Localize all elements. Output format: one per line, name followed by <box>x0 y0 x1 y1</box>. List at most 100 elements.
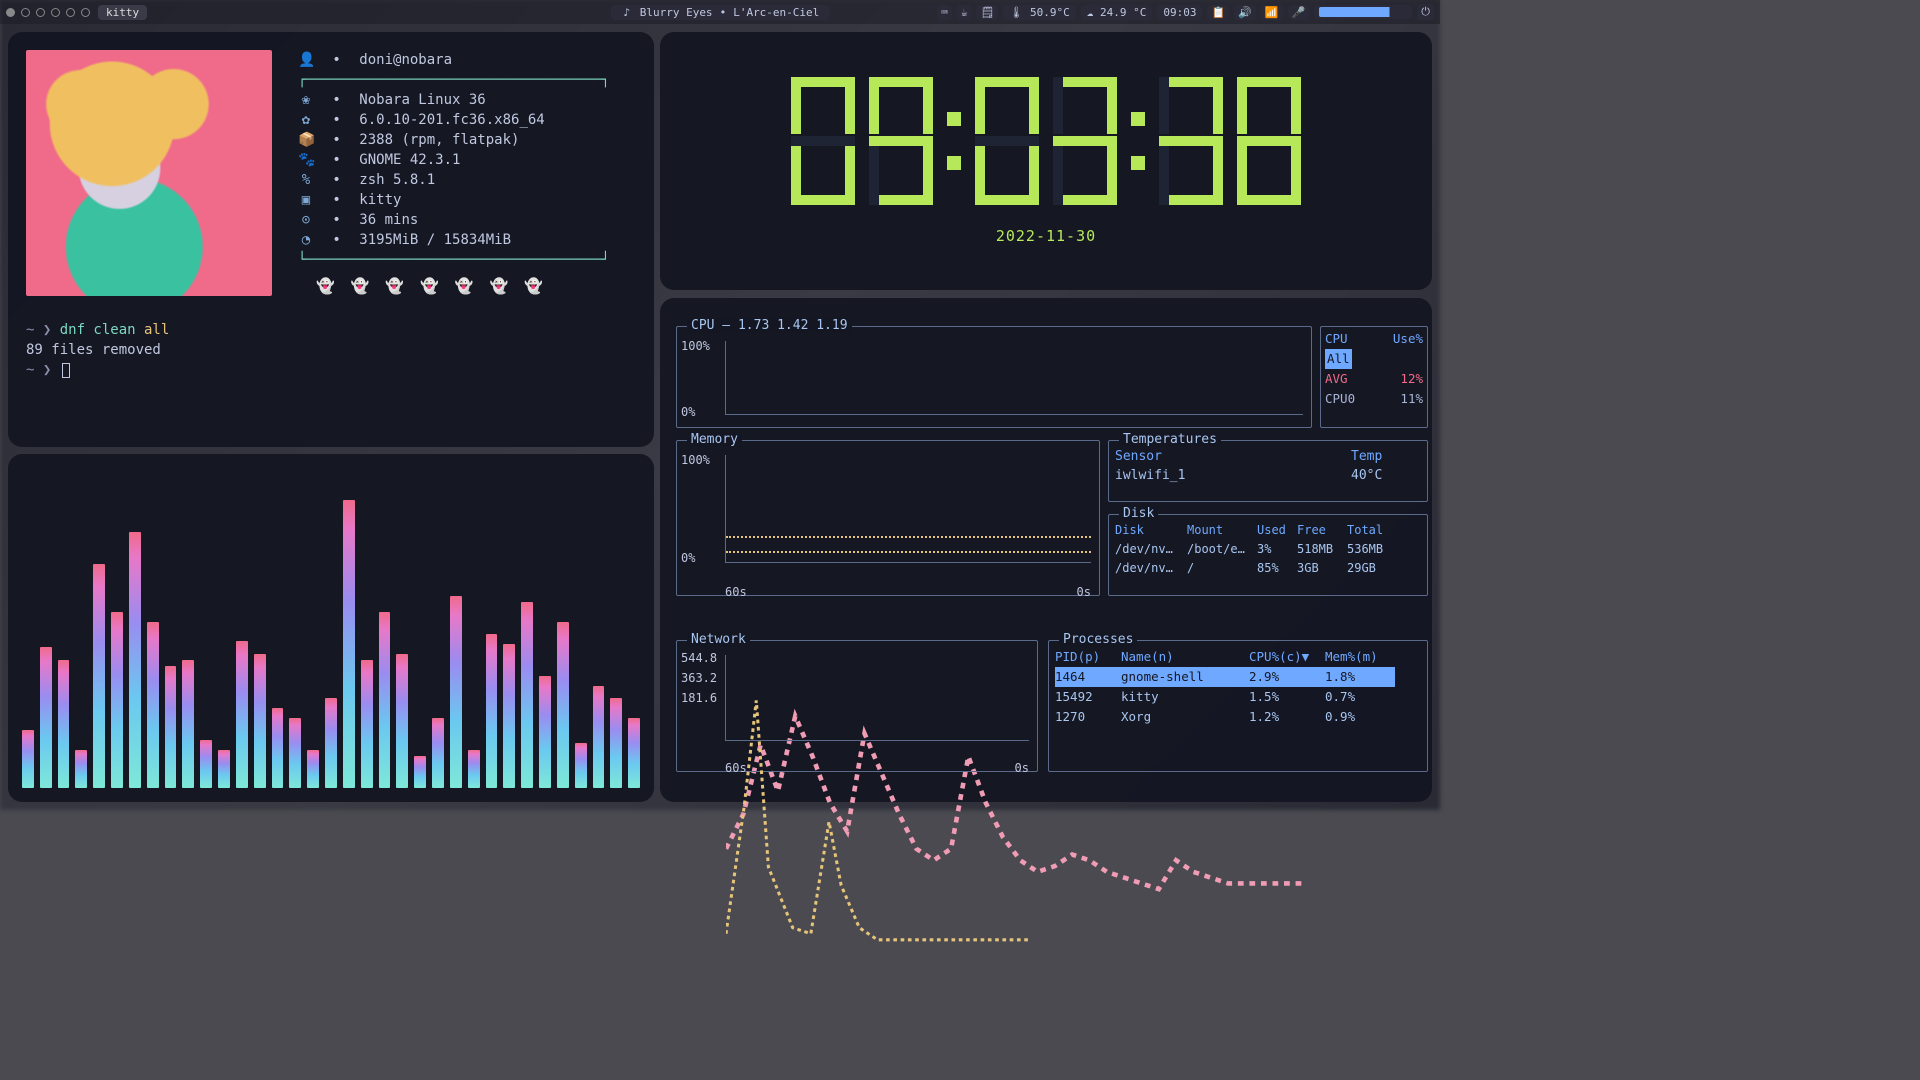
proc-header[interactable]: PID(p) <box>1055 647 1121 667</box>
proc-header[interactable]: CPU%(c)▼ <box>1249 647 1325 667</box>
visualizer-bar <box>521 602 533 788</box>
battery-bar <box>1318 6 1408 18</box>
palette-ghost-icon: 👻 <box>455 276 474 296</box>
disk-cell: 29GB <box>1347 559 1397 578</box>
proc-cell[interactable]: 15492 <box>1055 687 1121 707</box>
media-widget[interactable]: ♪ Blurry Eyes • L'Arc-en-Ciel <box>611 5 830 20</box>
workspace-dot[interactable] <box>36 8 45 17</box>
cpu-chart-label: CPU — 1.73 1.42 1.19 <box>687 318 852 333</box>
temp-sensor: iwlwifi_1 <box>1115 466 1351 485</box>
temp-value: 40°C <box>1351 466 1421 485</box>
clock-widget[interactable]: 09:03 <box>1157 5 1202 20</box>
network-icon[interactable]: 📶 <box>1261 5 1283 20</box>
system-monitor-panel[interactable]: CPU — 1.73 1.42 1.19 100% 0% CPUUse% All… <box>660 298 1432 802</box>
volume-icon[interactable]: 🔊 <box>1234 5 1256 20</box>
proc-cell[interactable]: 1.2% <box>1249 707 1325 727</box>
cpu-table-row[interactable]: CPU011% <box>1325 389 1423 409</box>
cpu-temp-widget[interactable]: 🌡 50.9°C <box>1003 5 1075 20</box>
proc-cell[interactable]: Xorg <box>1121 707 1249 727</box>
visualizer-bar <box>557 622 569 788</box>
visualizer-bar <box>539 676 551 788</box>
info-value: kitty <box>359 190 401 210</box>
clock-digits <box>791 77 1301 205</box>
neofetch-block: 👤 • doni@nobara ┌───────────────────────… <box>26 50 636 296</box>
workspace-switcher[interactable]: kitty <box>6 5 147 20</box>
battery-pill[interactable] <box>1314 5 1412 19</box>
terminal-panel[interactable]: 👤 • doni@nobara ┌───────────────────────… <box>8 32 654 447</box>
proc-cell[interactable]: 1.5% <box>1249 687 1325 707</box>
command-output: 89 files removed <box>26 340 636 360</box>
y-axis-label: 544.8 <box>681 651 717 665</box>
proc-cell[interactable]: 1270 <box>1055 707 1121 727</box>
proc-cell[interactable]: 0.7% <box>1325 687 1395 707</box>
visualizer-bar <box>254 654 266 788</box>
clock-date: 2022-11-30 <box>996 227 1096 245</box>
visualizer-bar <box>468 750 480 788</box>
temp-header: Sensor <box>1115 447 1351 466</box>
info-icon: ◔ <box>298 230 314 250</box>
palette-ghost-icon: 👻 <box>316 276 335 296</box>
visualizer-bar <box>486 634 498 788</box>
workspace-dot[interactable] <box>66 8 75 17</box>
disk-box: Disk DiskMountUsedFreeTotal/dev/nv…/boot… <box>1108 514 1428 596</box>
visualizer-bar <box>396 654 408 788</box>
disk-cell: 85% <box>1257 559 1297 578</box>
workspace-dot[interactable] <box>6 8 15 17</box>
x-axis-label: 0s <box>1015 761 1029 775</box>
net-line-icon <box>726 655 1029 958</box>
workspace-dot[interactable] <box>51 8 60 17</box>
mic-icon[interactable]: 🎤 <box>1288 5 1310 20</box>
info-value: 2388 (rpm, flatpak) <box>359 130 519 150</box>
cpu-usage-box[interactable]: CPUUse% AllAVG12%CPU011% <box>1320 326 1428 428</box>
tray-icon[interactable]: 🗒 <box>976 5 998 20</box>
tray-icon[interactable]: ⌨ <box>937 5 952 20</box>
workspace-dot[interactable] <box>21 8 30 17</box>
visualizer-bar <box>628 718 640 788</box>
disk-cell: 536MB <box>1347 540 1397 559</box>
clock-colon <box>947 112 961 170</box>
tray-icon[interactable]: ☕ <box>957 5 972 20</box>
disk-header: Disk <box>1115 521 1187 540</box>
clock-digit <box>975 77 1039 205</box>
disk-cell: /boot/e… <box>1187 540 1257 559</box>
mem-line <box>726 551 1091 553</box>
clock-digit <box>791 77 855 205</box>
disk-header: Total <box>1347 521 1397 540</box>
cpu-table-row[interactable]: AVG12% <box>1325 369 1423 389</box>
workspace-dot[interactable] <box>81 8 90 17</box>
prompt-prefix: ~ ❯ <box>26 362 60 378</box>
visualizer-bar <box>289 718 301 788</box>
weather-widget[interactable]: ☁ 24.9 °C <box>1081 5 1153 20</box>
info-icon: 🐾 <box>298 150 314 170</box>
proc-cell[interactable]: gnome-shell <box>1121 667 1249 687</box>
visualizer-bar <box>58 660 70 788</box>
proc-cell[interactable]: 2.9% <box>1249 667 1325 687</box>
disk-cell: / <box>1187 559 1257 578</box>
proc-cell[interactable]: 1464 <box>1055 667 1121 687</box>
power-icon[interactable]: ⏻ <box>1417 4 1434 20</box>
disk-header: Mount <box>1187 521 1257 540</box>
avatar-art <box>26 50 272 296</box>
palette-ghost-icon: 👻 <box>385 276 404 296</box>
cpu-table-row[interactable]: All <box>1325 349 1423 369</box>
proc-cell[interactable]: kitty <box>1121 687 1249 707</box>
media-sep: • <box>720 6 727 19</box>
network-label: Network <box>687 632 750 647</box>
visualizer-bar <box>575 743 587 788</box>
clipboard-icon[interactable]: 📋 <box>1207 5 1229 20</box>
proc-cell[interactable]: 1.8% <box>1325 667 1395 687</box>
clock-digit <box>1159 77 1223 205</box>
active-app-label[interactable]: kitty <box>98 5 147 20</box>
clock-digit <box>1053 77 1117 205</box>
info-value: 36 mins <box>359 210 418 230</box>
x-axis-label: 0s <box>1077 585 1091 599</box>
proc-cell[interactable]: 0.9% <box>1325 707 1395 727</box>
shell-prompt-area[interactable]: ~ ❯ dnf clean all 89 files removed ~ ❯ <box>26 320 636 380</box>
x-axis-label: 60s <box>725 585 747 599</box>
proc-header[interactable]: Mem%(m) <box>1325 647 1395 667</box>
command-arg: all <box>136 322 170 338</box>
process-label: Processes <box>1059 632 1137 647</box>
proc-header[interactable]: Name(n) <box>1121 647 1249 667</box>
y-axis-label: 0% <box>681 551 695 565</box>
process-table-box[interactable]: Processes PID(p)Name(n)CPU%(c)▼Mem%(m)14… <box>1048 640 1428 772</box>
